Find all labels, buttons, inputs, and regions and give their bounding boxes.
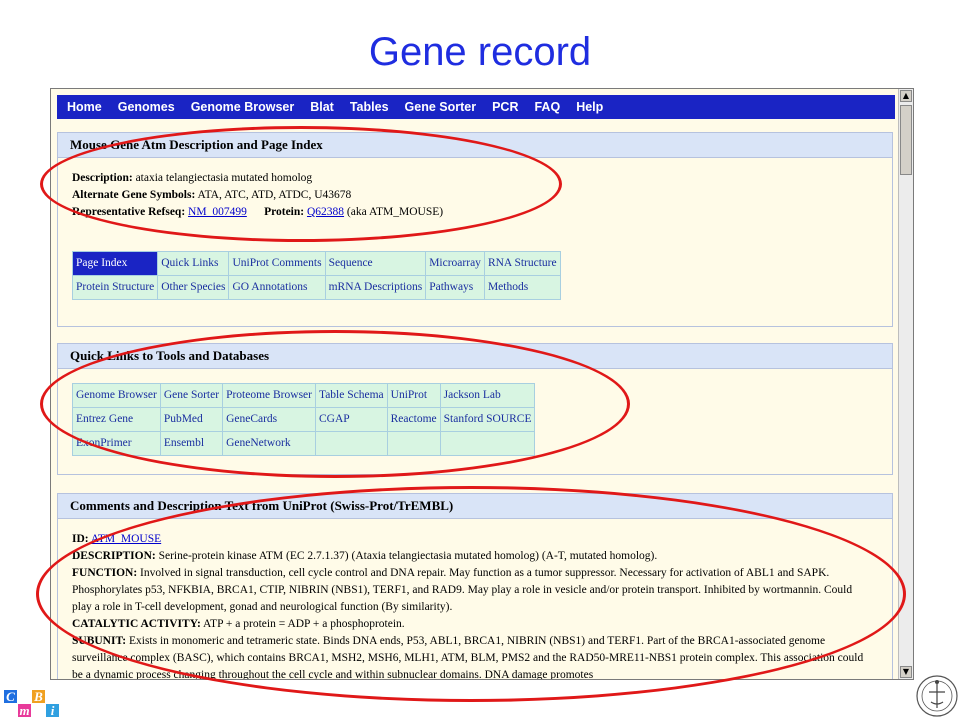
scroll-up-arrow-icon[interactable]: ▲	[900, 90, 912, 102]
link-reactome[interactable]: Reactome	[386, 407, 441, 432]
scrollbar-thumb[interactable]	[900, 105, 912, 175]
alt-symbols-value: ATA, ATC, ATD, ATDC, U43678	[197, 189, 352, 201]
index-quick-links[interactable]: Quick Links	[157, 251, 230, 276]
table-row: Protein Structure Other Species GO Annot…	[71, 275, 561, 300]
nav-help[interactable]: Help	[576, 100, 603, 114]
page-index-table: Page Index Quick Links UniProt Comments …	[71, 251, 561, 300]
index-uniprot-comments[interactable]: UniProt Comments	[228, 251, 326, 276]
index-mrna-descriptions[interactable]: mRNA Descriptions	[324, 275, 427, 300]
link-jackson-lab[interactable]: Jackson Lab	[439, 383, 536, 408]
id-link[interactable]: ATM_MOUSE	[91, 533, 161, 545]
index-go-annotations[interactable]: GO Annotations	[228, 275, 326, 300]
page-content: Home Genomes Genome Browser Blat Tables …	[57, 95, 895, 679]
nav-genome-browser[interactable]: Genome Browser	[191, 100, 295, 114]
link-entrez-gene[interactable]: Entrez Gene	[72, 407, 161, 432]
section-body: Genome Browser Gene Sorter Proteome Brow…	[58, 369, 892, 466]
index-pathways[interactable]: Pathways	[425, 275, 485, 300]
logo-letter: B	[32, 690, 45, 703]
description-label: Description:	[72, 172, 133, 184]
index-microarray[interactable]: Microarray	[425, 251, 485, 276]
link-pubmed[interactable]: PubMed	[159, 407, 224, 432]
link-genecards[interactable]: GeneCards	[222, 407, 316, 432]
section-body: Description: ataxia telangiectasia mutat…	[58, 158, 892, 310]
subunit-value: Exists in monomeric and tetrameric state…	[72, 635, 864, 679]
vertical-scrollbar[interactable]: ▲ ▼	[898, 89, 913, 679]
refseq-link[interactable]: NM_007499	[188, 206, 247, 218]
logo-letter: m	[18, 703, 31, 718]
link-exonprimer[interactable]: ExonPrimer	[72, 431, 161, 456]
uniprot-comments-section: Comments and Description Text from UniPr…	[57, 493, 893, 679]
id-line: ID: ATM_MOUSE	[72, 531, 872, 548]
empty-cell	[386, 431, 441, 456]
section-body: ID: ATM_MOUSE DESCRIPTION: Serine-protei…	[58, 519, 892, 679]
function-label: FUNCTION:	[72, 567, 138, 579]
scroll-down-arrow-icon[interactable]: ▼	[900, 666, 912, 678]
protein-label: Protein:	[264, 206, 305, 218]
function-value: Involved in signal transduction, cell cy…	[72, 567, 853, 613]
section-header: Comments and Description Text from UniPr…	[58, 494, 892, 519]
nav-tables[interactable]: Tables	[350, 100, 389, 114]
id-label: ID:	[72, 533, 89, 545]
link-proteome-browser[interactable]: Proteome Browser	[222, 383, 316, 408]
refseq-label: Representative Refseq:	[72, 206, 186, 218]
nav-gene-sorter[interactable]: Gene Sorter	[405, 100, 477, 114]
link-cgap[interactable]: CGAP	[314, 407, 388, 432]
index-methods[interactable]: Methods	[483, 275, 561, 300]
protein-aka: (aka ATM_MOUSE)	[346, 206, 444, 218]
catalytic-label: CATALYTIC ACTIVITY:	[72, 618, 201, 630]
gene-description-section: Mouse Gene Atm Description and Page Inde…	[57, 132, 893, 327]
logo-letter: i	[46, 704, 59, 717]
empty-cell	[439, 431, 536, 456]
quick-links-section: Quick Links to Tools and Databases Genom…	[57, 343, 893, 475]
desc-label: DESCRIPTION:	[72, 550, 156, 562]
protein-link[interactable]: Q62388	[307, 206, 344, 218]
index-rna-structure[interactable]: RNA Structure	[483, 251, 561, 276]
table-row: Entrez Gene PubMed GeneCards CGAP Reacto…	[72, 407, 536, 432]
link-genenetwork[interactable]: GeneNetwork	[222, 431, 316, 456]
catalytic-value: ATP + a protein = ADP + a phosphoprotein…	[203, 618, 405, 630]
nav-faq[interactable]: FAQ	[534, 100, 560, 114]
description-value: ataxia telangiectasia mutated homolog	[135, 172, 313, 184]
table-row: Page Index Quick Links UniProt Comments …	[71, 251, 561, 276]
section-header: Quick Links to Tools and Databases	[58, 344, 892, 369]
subunit-label: SUBUNIT:	[72, 635, 127, 647]
browser-window: Home Genomes Genome Browser Blat Tables …	[50, 88, 914, 680]
link-stanford-source[interactable]: Stanford SOURCE	[439, 407, 536, 432]
cmbi-logo: C m B i	[4, 688, 64, 720]
table-row: Genome Browser Gene Sorter Proteome Brow…	[72, 383, 536, 408]
top-navbar: Home Genomes Genome Browser Blat Tables …	[57, 95, 895, 119]
function-paragraph: FUNCTION: Involved in signal transductio…	[72, 565, 872, 616]
desc-value: Serine-protein kinase ATM (EC 2.7.1.37) …	[158, 550, 658, 562]
index-sequence[interactable]: Sequence	[324, 251, 427, 276]
empty-cell	[314, 431, 388, 456]
link-ensembl[interactable]: Ensembl	[159, 431, 224, 456]
nav-pcr[interactable]: PCR	[492, 100, 518, 114]
nav-genomes[interactable]: Genomes	[118, 100, 175, 114]
quick-links-table: Genome Browser Gene Sorter Proteome Brow…	[72, 383, 536, 456]
logo-letter: C	[4, 690, 17, 703]
index-protein-structure[interactable]: Protein Structure	[71, 275, 159, 300]
nav-blat[interactable]: Blat	[310, 100, 334, 114]
description-paragraph: DESCRIPTION: Serine-protein kinase ATM (…	[72, 548, 872, 565]
alt-symbols-line: Alternate Gene Symbols: ATA, ATC, ATD, A…	[72, 187, 878, 204]
table-row: ExonPrimer Ensembl GeneNetwork	[72, 431, 536, 456]
index-other-species[interactable]: Other Species	[157, 275, 230, 300]
section-header: Mouse Gene Atm Description and Page Inde…	[58, 133, 892, 158]
description-line: Description: ataxia telangiectasia mutat…	[72, 170, 878, 187]
index-page-index[interactable]: Page Index	[71, 251, 159, 276]
link-table-schema[interactable]: Table Schema	[314, 383, 388, 408]
refseq-line: Representative Refseq: NM_007499 Protein…	[72, 204, 878, 221]
link-genome-browser[interactable]: Genome Browser	[72, 383, 161, 408]
alt-symbols-label: Alternate Gene Symbols:	[72, 189, 196, 201]
link-uniprot[interactable]: UniProt	[386, 383, 441, 408]
nav-home[interactable]: Home	[67, 100, 102, 114]
link-gene-sorter[interactable]: Gene Sorter	[159, 383, 224, 408]
catalytic-paragraph: CATALYTIC ACTIVITY: ATP + a protein = AD…	[72, 616, 872, 633]
university-seal-icon	[916, 675, 958, 717]
slide-title: Gene record	[368, 30, 592, 74]
subunit-paragraph: SUBUNIT: Exists in monomeric and tetrame…	[72, 633, 872, 679]
